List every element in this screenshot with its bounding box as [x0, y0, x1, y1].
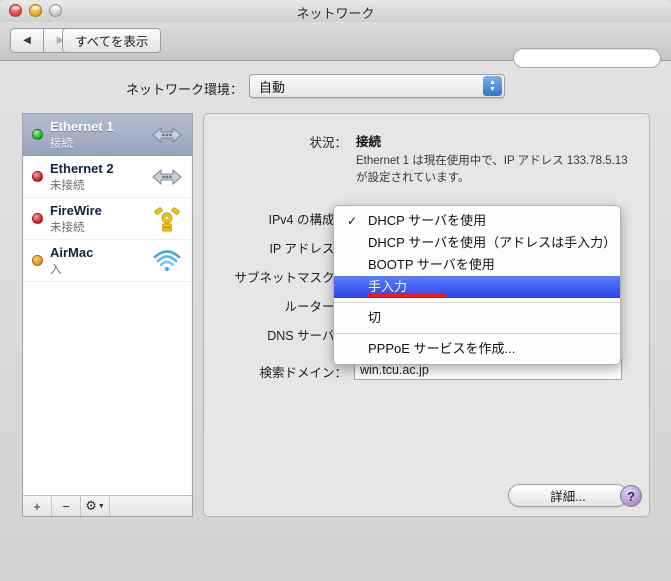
status-value: 接続: [356, 135, 382, 149]
gear-icon: ⚙: [85, 498, 97, 513]
location-label: ネットワーク環境：: [125, 82, 243, 97]
menu-item-label: DHCP サーバを使用（アドレスは手入力）: [368, 235, 617, 250]
service-status: 接続: [50, 138, 73, 150]
checkmark-icon: ✓: [347, 214, 358, 228]
menu-item-label: BOOTP サーバを使用: [368, 257, 495, 272]
service-row-ethernet-2[interactable]: Ethernet 2 未接続: [23, 156, 192, 198]
search-domain-label: 検索ドメイン：: [259, 366, 347, 380]
status-dot: [32, 213, 43, 224]
service-row-airmac[interactable]: AirMac 入: [23, 240, 192, 282]
menu-item-label: DHCP サーバを使用: [368, 213, 487, 228]
service-row-ethernet-1[interactable]: Ethernet 1 接続: [23, 114, 192, 156]
status-note: Ethernet 1 は現在使用中で、IP アドレス 133.78.5.13 が…: [356, 155, 628, 184]
service-status: 入: [50, 264, 62, 276]
menu-item-off[interactable]: 切: [334, 307, 620, 329]
service-name: Ethernet 1: [50, 119, 114, 134]
bottom-bar: 変更できないようにするにはカギをクリックします。 アシスタント... 元に戻す …: [0, 527, 671, 581]
menu-item-label: PPPoE サービスを作成...: [368, 341, 516, 356]
show-all-button[interactable]: すべてを表示: [62, 28, 162, 53]
chevron-down-icon: ▼: [97, 502, 105, 510]
remove-service-button[interactable]: −: [52, 496, 81, 516]
location-value: 自動: [259, 79, 286, 95]
firewire-icon: [154, 207, 180, 232]
menu-separator: [334, 302, 620, 303]
airport-icon: [153, 250, 181, 272]
ethernet-icon: [152, 126, 182, 144]
service-row-firewire[interactable]: FireWire 未接続: [23, 198, 192, 240]
ipv4-config-label: IPv4 の構成：: [268, 213, 348, 227]
menu-item-dhcp-manual-address[interactable]: DHCP サーバを使用（アドレスは手入力）: [334, 232, 620, 254]
service-status: 未接続: [50, 180, 85, 192]
service-status: 未接続: [50, 222, 85, 234]
add-service-button[interactable]: +: [23, 496, 52, 516]
service-name: AirMac: [50, 245, 94, 260]
ethernet-icon: [152, 168, 182, 186]
back-button[interactable]: ◀: [10, 28, 44, 53]
service-list[interactable]: Ethernet 1 接続 Ethernet 2 未接続 FireWire 未接…: [22, 113, 193, 517]
location-row: ネットワーク環境： 自動 ▲ ▼: [0, 74, 671, 102]
service-name: Ethernet 2: [50, 161, 114, 176]
search-field[interactable]: [513, 48, 671, 68]
help-button[interactable]: ?: [620, 485, 642, 507]
status-dot: [32, 255, 43, 266]
service-list-footer: + − ⚙ ▼: [22, 495, 193, 517]
router-label: ルーター：: [284, 300, 347, 314]
ip-address-label: IP アドレス：: [269, 242, 347, 256]
ipv4-config-menu[interactable]: ✓ DHCP サーバを使用 DHCP サーバを使用（アドレスは手入力） BOOT…: [333, 205, 621, 365]
menu-item-dhcp[interactable]: ✓ DHCP サーバを使用: [334, 210, 620, 232]
dns-server-label: DNS サーバ：: [267, 329, 347, 343]
menu-item-label: 手入力: [368, 279, 408, 294]
toolbar: ◀ ▶ すべてを表示: [0, 22, 671, 68]
location-popup-button[interactable]: 自動 ▲ ▼: [249, 74, 505, 98]
window-title: ネットワーク: [296, 6, 375, 21]
network-preferences-window: ネットワーク ◀ ▶ すべてを表示 ネットワーク環境： 自動 ▲ ▼ Ethern…: [0, 0, 671, 581]
menu-separator: [334, 333, 620, 334]
menu-item-create-pppoe[interactable]: PPPoE サービスを作成...: [334, 338, 620, 360]
advanced-button[interactable]: 詳細...: [508, 484, 628, 507]
menu-item-label: 切: [368, 310, 382, 325]
status-dot: [32, 129, 43, 140]
menu-item-manual[interactable]: 手入力: [334, 276, 620, 298]
status-row: 状況： 接続 Ethernet 1 は現在使用中で、IP アドレス 133.78…: [204, 129, 651, 184]
service-actions-button[interactable]: ⚙ ▼: [81, 496, 110, 516]
search-input[interactable]: [520, 51, 671, 65]
title-bar: ネットワーク: [0, 0, 671, 22]
status-label: 状況：: [309, 136, 347, 150]
service-name: FireWire: [50, 203, 102, 218]
status-dot: [32, 171, 43, 182]
menu-item-bootp[interactable]: BOOTP サーバを使用: [334, 254, 620, 276]
red-underline-annotation: [368, 294, 446, 297]
subnet-mask-label: サブネットマスク：: [234, 271, 347, 285]
chevron-updown-icon: ▲ ▼: [483, 76, 502, 96]
